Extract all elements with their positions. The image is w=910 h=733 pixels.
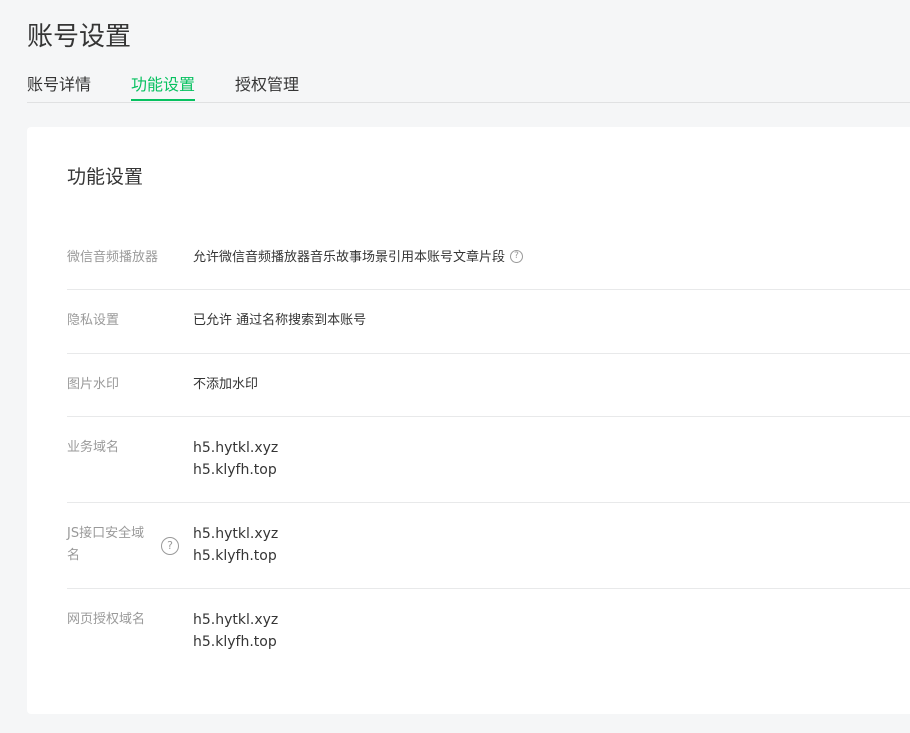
setting-value-text: 允许微信音频播放器音乐故事场景引用本账号文章片段 — [193, 250, 506, 265]
domain-item: h5.hytkl.xyz — [193, 612, 279, 628]
setting-row-privacy: 隐私设置 已允许 通过名称搜索到本账号 — [67, 290, 910, 354]
setting-value: h5.hytkl.xyz h5.klyfh.top — [193, 609, 278, 653]
setting-value: 允许微信音频播放器音乐故事场景引用本账号文章片段? — [193, 247, 524, 269]
section-title: 功能设置 — [67, 166, 144, 188]
tab-bar: 账号详情 功能设置 授权管理 — [27, 72, 910, 103]
setting-label: 图片水印 — [67, 377, 120, 392]
page-title: 账号设置 — [27, 22, 132, 52]
setting-label: 隐私设置 — [67, 313, 120, 328]
setting-row-business-domain: 业务域名 h5.hytkl.xyz h5.klyfh.top — [67, 417, 910, 503]
setting-label: 微信音频播放器 — [67, 250, 159, 265]
domain-item: h5.klyfh.top — [193, 548, 277, 564]
question-circle-icon[interactable]: ? — [161, 537, 179, 555]
setting-value: h5.hytkl.xyz h5.klyfh.top — [193, 437, 278, 481]
domain-item: h5.klyfh.top — [193, 634, 277, 650]
setting-row-oauth-domain: 网页授权域名 h5.hytkl.xyz h5.klyfh.top — [67, 589, 910, 674]
domain-item: h5.hytkl.xyz — [193, 440, 279, 456]
tab-label: 账号详情 — [27, 75, 92, 94]
setting-label: JS接口安全域名 — [67, 526, 145, 563]
setting-value: 已允许 通过名称搜索到本账号 — [193, 313, 367, 328]
settings-card: 功能设置 微信音频播放器 允许微信音频播放器音乐故事场景引用本账号文章片段? 隐… — [27, 127, 910, 714]
domain-item: h5.hytkl.xyz — [193, 526, 279, 542]
tab-account-details[interactable]: 账号详情 — [27, 72, 91, 98]
tab-label: 功能设置 — [131, 75, 196, 94]
tab-label: 授权管理 — [235, 75, 300, 94]
setting-value: 不添加水印 — [193, 377, 259, 392]
question-circle-icon[interactable]: ? — [510, 250, 524, 263]
setting-row-js-secure-domain: JS接口安全域名 ? h5.hytkl.xyz h5.klyfh.top — [67, 503, 910, 589]
domain-item: h5.klyfh.top — [193, 462, 277, 478]
tab-feature-settings[interactable]: 功能设置 — [131, 72, 196, 101]
setting-value: h5.hytkl.xyz h5.klyfh.top — [193, 523, 278, 567]
tab-authorization-management[interactable]: 授权管理 — [235, 72, 299, 98]
active-tab-indicator — [131, 99, 196, 101]
setting-label: 业务域名 — [67, 440, 120, 455]
setting-row-audio-player: 微信音频播放器 允许微信音频播放器音乐故事场景引用本账号文章片段? — [67, 226, 910, 290]
setting-row-watermark: 图片水印 不添加水印 — [67, 354, 910, 417]
setting-label: 网页授权域名 — [67, 612, 146, 627]
